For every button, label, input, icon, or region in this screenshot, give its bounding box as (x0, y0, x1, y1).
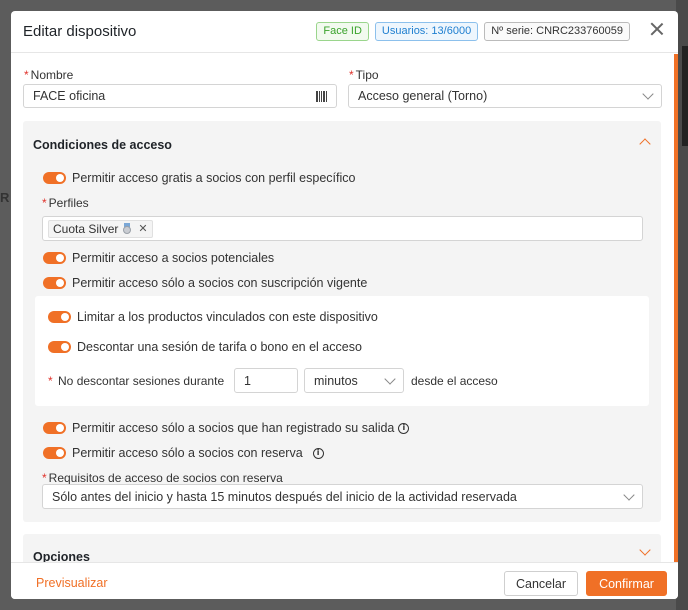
descontar-toggle[interactable] (48, 341, 71, 353)
users-count-badge: Usuarios: 13/6000 (374, 22, 479, 41)
remove-tag-icon[interactable]: ✕ (138, 222, 147, 235)
limitar-toggle[interactable] (48, 311, 71, 323)
desde-label: desde el acceso (411, 374, 498, 388)
options-title[interactable]: Opciones (33, 550, 90, 562)
confirm-button[interactable]: Confirmar (586, 571, 667, 596)
backdrop-text: R (0, 190, 10, 205)
perfil-tag: Cuota Silver ✕ (48, 219, 153, 238)
tipo-value: Acceso general (Torno) (358, 89, 488, 103)
suscripcion-toggle[interactable] (43, 277, 66, 289)
edit-device-modal: Editar dispositivo Face ID Usuarios: 13/… (11, 11, 678, 599)
toggle-row-suscripcion: Permitir acceso sólo a socios con suscri… (43, 276, 367, 290)
close-icon[interactable] (650, 22, 664, 36)
preview-link[interactable]: Previsualizar (36, 576, 108, 590)
toggle-row-perfil: Permitir acceso gratis a socios con perf… (43, 171, 355, 185)
perfiles-label: * Perfiles (42, 196, 89, 210)
chevron-down-icon (642, 88, 654, 100)
salida-toggle[interactable] (43, 422, 66, 434)
toggle-row-salida: Permitir acceso sólo a socios que han re… (43, 421, 410, 435)
toggle-row-descontar: Descontar una sesión de tarifa o bono en… (48, 340, 362, 354)
nombre-label: * Nombre (24, 68, 74, 82)
salida-label: Permitir acceso sólo a socios que han re… (72, 421, 395, 435)
tipo-label: * Tipo (349, 68, 379, 82)
chevron-up-icon[interactable] (639, 138, 651, 150)
toggle-row-limitar: Limitar a los productos vinculados con e… (48, 310, 378, 324)
modal-title: Editar dispositivo (23, 23, 137, 40)
cancel-button[interactable]: Cancelar (504, 571, 578, 596)
chevron-down-icon[interactable] (639, 544, 651, 556)
requisitos-select[interactable]: Sólo antes del inicio y hasta 15 minutos… (42, 484, 643, 509)
descontar-label: Descontar una sesión de tarifa o bono en… (77, 340, 362, 354)
toggle-row-reserva: Permitir acceso sólo a socios con reserv… (43, 446, 324, 460)
sesiones-duration-input[interactable]: 1 (234, 368, 298, 393)
medal-icon (122, 223, 132, 234)
sesiones-duration-value: 1 (244, 373, 251, 388)
reserva-label: Permitir acceso sólo a socios con reserv… (72, 446, 303, 460)
limitar-label: Limitar a los productos vinculados con e… (77, 310, 378, 324)
modal-scrollbar[interactable] (674, 54, 678, 562)
no-descontar-label: * No descontar sesiones durante (48, 374, 225, 388)
serial-number-badge: Nº serie: CNRC233760059 (484, 22, 630, 41)
toggle-row-potenciales: Permitir acceso a socios potenciales (43, 251, 274, 265)
perfil-toggle[interactable] (43, 172, 66, 184)
tipo-select[interactable]: Acceso general (Torno) (348, 84, 662, 108)
potenciales-toggle[interactable] (43, 252, 66, 264)
unidad-value: minutos (314, 373, 358, 388)
perfil-toggle-label: Permitir acceso gratis a socios con perf… (72, 171, 356, 185)
barcode-icon[interactable] (316, 90, 327, 102)
access-conditions-section: Condiciones de acceso Permitir acceso gr… (23, 121, 661, 522)
device-badges: Face ID Usuarios: 13/6000 Nº serie: CNRC… (316, 22, 630, 41)
modal-body[interactable]: * Nombre FACE oficina * Tipo Acceso genera… (11, 54, 674, 562)
nombre-input[interactable]: FACE oficina (23, 84, 337, 108)
info-icon[interactable]: i (398, 422, 410, 434)
chevron-down-icon (623, 488, 635, 501)
backdrop-scrollbar (682, 46, 688, 146)
potenciales-label: Permitir acceso a socios potenciales (72, 251, 275, 265)
info-icon[interactable]: i (312, 447, 324, 459)
modal-header: Editar dispositivo Face ID Usuarios: 13/… (11, 11, 678, 53)
modal-footer: Cancelar Confirmar (11, 562, 678, 599)
requisitos-value: Sólo antes del inicio y hasta 15 minutos… (52, 489, 517, 504)
perfil-tag-label: Cuota Silver (53, 221, 119, 236)
nombre-value: FACE oficina (33, 89, 106, 103)
face-id-badge: Face ID (316, 22, 369, 41)
perfiles-multiselect[interactable]: Cuota Silver ✕ (42, 216, 643, 241)
options-section: Opciones (23, 534, 661, 562)
unidad-select[interactable]: minutos (304, 368, 404, 393)
suscripcion-label: Permitir acceso sólo a socios con suscri… (72, 276, 368, 290)
chevron-down-icon (384, 372, 396, 385)
access-conditions-title[interactable]: Condiciones de acceso (33, 138, 172, 152)
reserva-toggle[interactable] (43, 447, 66, 459)
suscripcion-subpanel: Limitar a los productos vinculados con e… (35, 296, 649, 406)
requisitos-label: * Requisitos de acceso de socios con rese… (42, 471, 283, 485)
